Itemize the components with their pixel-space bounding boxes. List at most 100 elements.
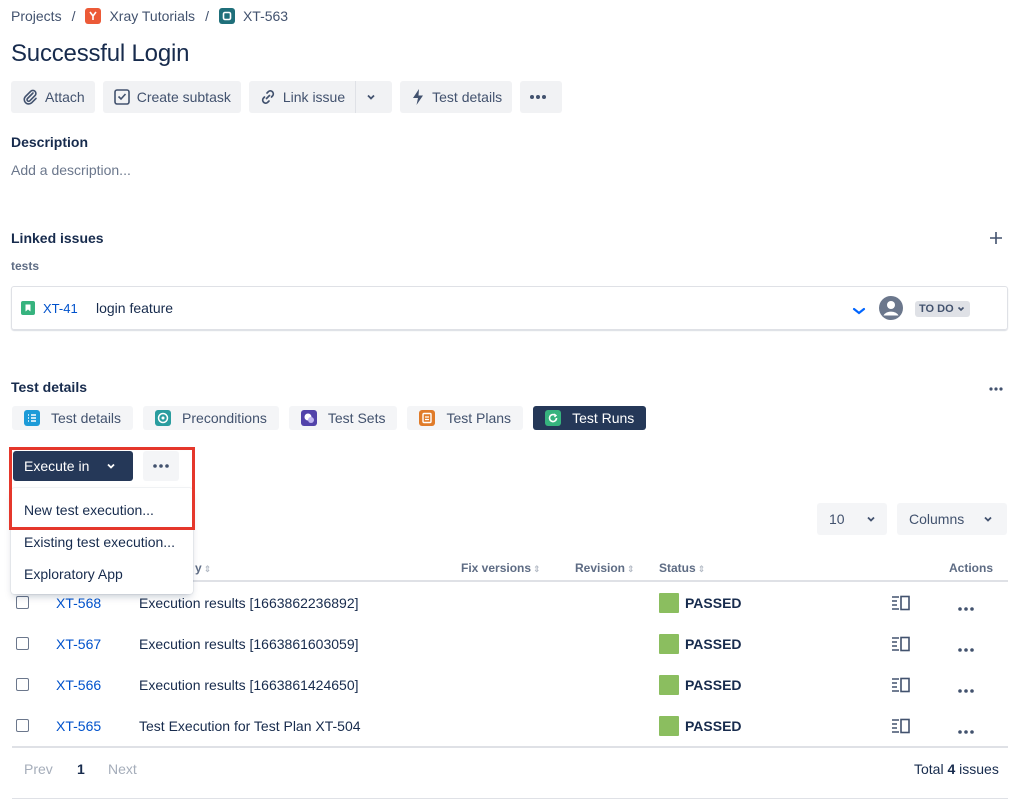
linked-issue-row[interactable]: XT-41 login feature TO DO [11, 286, 1008, 330]
breadcrumb-project[interactable]: Xray Tutorials [109, 8, 195, 24]
test-set-icon [300, 410, 317, 426]
column-header-revision[interactable]: Revision ⇕ [575, 561, 635, 575]
create-subtask-button[interactable]: Create subtask [102, 81, 241, 113]
breadcrumb-projects[interactable]: Projects [11, 8, 62, 24]
prev-page-button[interactable]: Prev [24, 761, 53, 777]
paperclip-icon [23, 89, 37, 105]
link-issue-label: Link issue [282, 89, 346, 105]
status-label: PASSED [685, 595, 742, 611]
status-badge: PASSED [659, 634, 742, 654]
assignee-avatar [879, 296, 903, 320]
add-link-button[interactable] [988, 230, 1004, 249]
more-icon [530, 95, 547, 99]
row-more-button[interactable] [957, 681, 975, 697]
row-checkbox[interactable] [16, 719, 29, 732]
header-label: Revision [575, 561, 626, 575]
menu-item-existing-test-execution[interactable]: Existing test execution... [24, 534, 175, 550]
test-details-button[interactable]: Test details [400, 81, 513, 113]
tab-label: Test Plans [446, 410, 512, 426]
column-header-fix-versions[interactable]: Fix versions ⇕ [461, 561, 541, 575]
status-swatch [659, 634, 679, 654]
more-actions-button[interactable] [520, 81, 563, 113]
row-more-button[interactable] [957, 599, 975, 615]
column-header-status[interactable]: Status ⇕ [659, 561, 705, 575]
linked-issue-summary[interactable]: login feature [96, 300, 173, 316]
total-suffix: issues [959, 761, 999, 777]
tab-label: Test details [51, 410, 122, 426]
row-summary: Test Execution for Test Plan XT-504 [139, 718, 361, 734]
story-icon [21, 301, 35, 315]
status-badge: PASSED [659, 593, 742, 613]
total-prefix: Total [914, 761, 944, 777]
tab-test-plans[interactable]: Test Plans [407, 406, 524, 430]
menu-item-exploratory-app[interactable]: Exploratory App [24, 566, 123, 582]
test-details-tabs: Test details Preconditions Test Sets Tes… [12, 406, 656, 430]
tab-test-sets[interactable]: Test Sets [288, 406, 398, 430]
row-checkbox[interactable] [16, 678, 29, 691]
chevron-down-icon [367, 94, 375, 100]
row-key[interactable]: XT-568 [56, 595, 101, 611]
status-badge: PASSED [659, 675, 742, 695]
tab-test-runs[interactable]: Test Runs [533, 406, 647, 430]
row-more-button[interactable] [957, 722, 975, 738]
issue-toolbar: Attach Create subtask Link issue Test de… [11, 81, 570, 113]
list-icon [24, 410, 40, 426]
sort-icon: ⇕ [203, 564, 212, 574]
row-checkbox[interactable] [16, 596, 29, 609]
link-issue-button[interactable]: Link issue [248, 81, 357, 113]
precondition-icon [155, 410, 172, 426]
breadcrumb-separator: / [205, 8, 209, 24]
lightning-icon [413, 89, 424, 105]
link-issue-dropdown-button[interactable] [356, 81, 393, 113]
row-key[interactable]: XT-567 [56, 636, 101, 652]
sort-icon: ⇕ [533, 564, 541, 574]
more-icon [958, 689, 974, 693]
row-key[interactable]: XT-566 [56, 677, 101, 693]
row-summary: Execution results [1663861424650] [139, 677, 359, 693]
row-key[interactable]: XT-565 [56, 718, 101, 734]
page-size-value: 10 [829, 511, 845, 527]
next-page-button[interactable]: Next [108, 761, 137, 777]
tab-label: Test Runs [572, 410, 635, 426]
columns-select[interactable]: Columns [897, 503, 1007, 535]
column-header-summary[interactable]: y ⇕ [195, 561, 211, 575]
linked-issue-status[interactable]: TO DO [915, 301, 970, 317]
test-details-more-button[interactable] [989, 379, 1003, 395]
header-label: y [195, 561, 202, 575]
execution-details-icon[interactable] [891, 677, 911, 696]
attach-button[interactable]: Attach [11, 81, 95, 113]
total-issues: Total 4 issues [914, 761, 999, 777]
page-number[interactable]: 1 [77, 761, 85, 777]
row-checkbox[interactable] [16, 637, 29, 650]
status-label: PASSED [685, 718, 742, 734]
issue-title[interactable]: Successful Login [11, 40, 189, 68]
status-swatch [659, 716, 679, 736]
status-label: PASSED [685, 636, 742, 652]
execution-details-icon[interactable] [891, 636, 911, 655]
columns-label: Columns [909, 511, 965, 527]
link-relation-label: tests [11, 259, 40, 273]
table-footer-divider [12, 746, 1008, 748]
more-icon [958, 607, 974, 611]
execution-details-icon[interactable] [891, 595, 911, 614]
status-label: PASSED [685, 677, 742, 693]
tab-label: Preconditions [182, 410, 267, 426]
test-issue-icon [218, 8, 235, 24]
linked-issue-key[interactable]: XT-41 [43, 301, 78, 316]
status-label: TO DO [919, 303, 954, 315]
create-subtask-label: Create subtask [136, 89, 231, 105]
header-label: Fix versions [461, 561, 532, 575]
linked-issues-heading: Linked issues [11, 230, 104, 246]
test-details-heading: Test details [11, 379, 87, 395]
tab-label: Test Sets [327, 410, 386, 426]
breadcrumb-issue-key[interactable]: XT-563 [243, 8, 288, 24]
page-size-select[interactable]: 10 [817, 503, 887, 535]
subtask-icon [113, 89, 130, 105]
description-heading: Description [11, 134, 89, 150]
description-placeholder[interactable]: Add a description... [11, 162, 131, 178]
execution-details-icon[interactable] [891, 718, 911, 737]
row-more-button[interactable] [957, 640, 975, 656]
tab-preconditions[interactable]: Preconditions [143, 406, 279, 430]
tab-test-details[interactable]: Test details [12, 406, 134, 430]
chevron-down-icon [984, 516, 992, 522]
